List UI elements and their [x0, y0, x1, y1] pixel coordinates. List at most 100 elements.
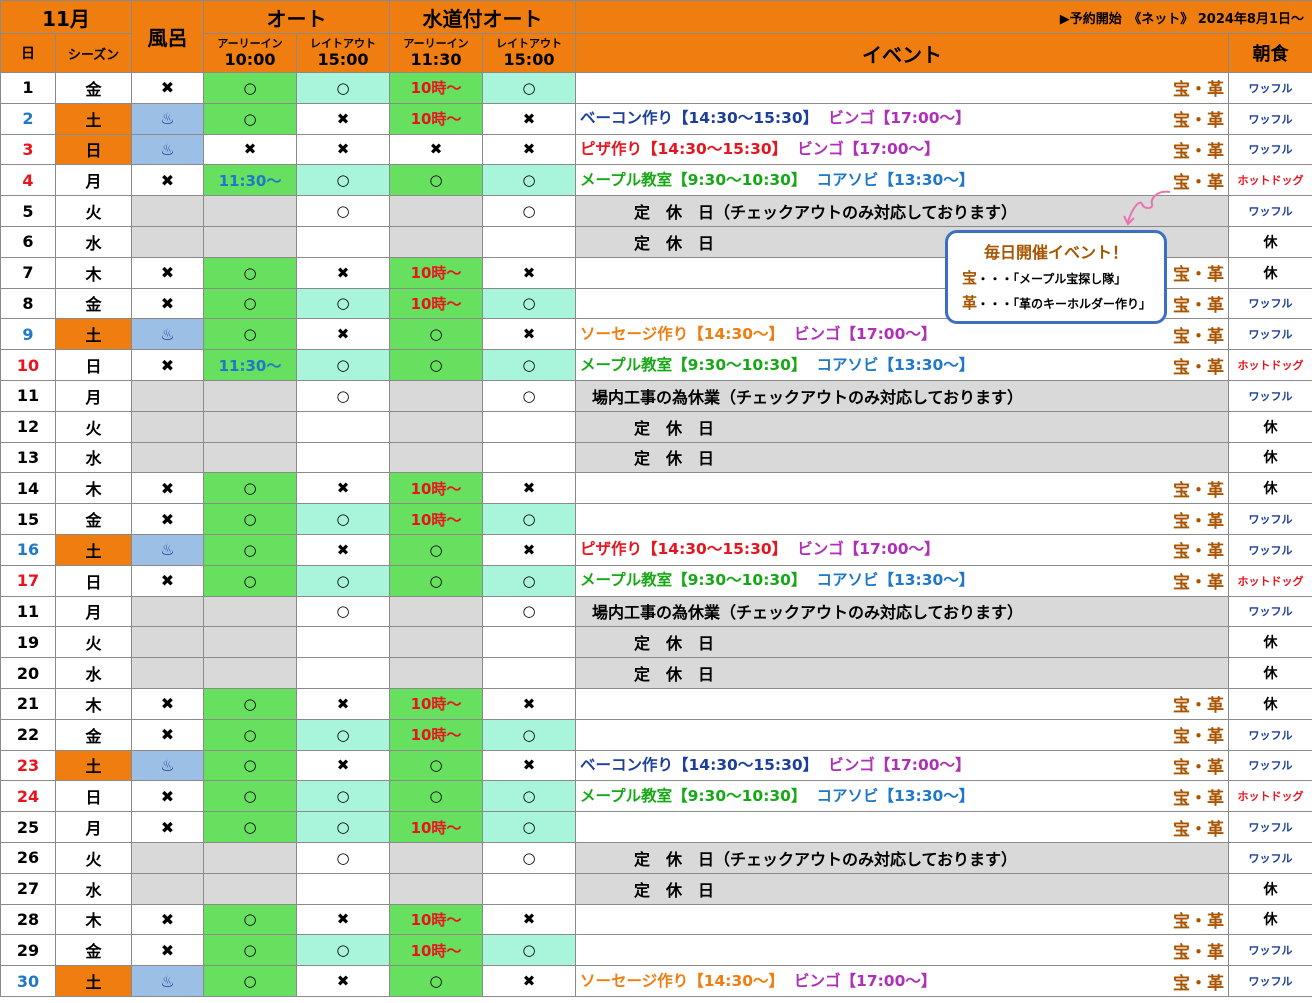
unavailable-mark: ✖: [131, 472, 204, 505]
water-late-cell: ○: [482, 287, 576, 320]
water-late-cell: ✖: [482, 533, 576, 566]
closed-notice: 定 休 日: [575, 441, 1229, 474]
water-late-cell: [482, 872, 576, 905]
event-cell: ソーセージ作り【14:30～】 ビンゴ【17:00～】 宝・革: [575, 965, 1229, 997]
water-late-cell: ○: [482, 379, 576, 412]
weekday-cell: 木: [55, 472, 132, 505]
weekday-cell: 日: [55, 133, 132, 166]
daily-event-mark: 宝・革: [1173, 973, 1224, 994]
bath-icon: ♨: [131, 318, 204, 351]
auto-late-cell: ○: [296, 349, 390, 381]
auto-early-cell: ○: [203, 318, 297, 351]
table-row: 3 日 ♨ ✖ ✖ ✖ ✖ ピザ作り【14:30～15:30】 ビンゴ【17:00～】 宝・革 ワッ…: [0, 133, 1312, 166]
closed-notice: 定 休 日: [575, 657, 1229, 689]
auto-late-cell: [296, 872, 390, 905]
unavailable-mark: ✖: [131, 687, 204, 720]
event-cell: メープル教室【9:30～10:30】 コアソビ【13:30～】 宝・革: [575, 349, 1229, 381]
water-late-cell: [482, 626, 576, 659]
water-early-cell: ○: [389, 965, 483, 997]
auto-late-cell: [296, 626, 390, 659]
event-item: コアソビ【13:30～】: [816, 355, 975, 374]
breakfast-cell: ワッフル: [1227, 934, 1312, 967]
water-early-cell: 10時～: [389, 256, 483, 289]
day-cell: 3: [0, 133, 56, 166]
weekday-cell: 月: [55, 379, 132, 412]
event-cell: 宝・革: [575, 934, 1229, 967]
water-late-cell: ○: [482, 934, 576, 967]
event-item: ビンゴ【17:00～】: [794, 324, 937, 343]
table-row: 10 日 ✖ 11:30～ ○ ○ ○ メープル教室【9:30～10:30】 コアソビ【13:3…: [0, 349, 1312, 381]
auto-early-cell: 11:30～: [203, 164, 297, 197]
bath-cell: [131, 841, 204, 874]
auto-early-cell: [203, 195, 297, 227]
closed-notice-text: 場内工事の為休業（チェックアウトのみ対応しております）: [592, 387, 1024, 407]
breakfast-header: 朝食: [1227, 33, 1312, 73]
event-item: ピザ作り【14:30～15:30】: [580, 540, 788, 559]
table-row: 23 土 ♨ ○ ✖ ○ ✖ ベーコン作り【14:30～15:30】 ビンゴ【17:00～】 宝・…: [0, 749, 1312, 782]
table-row: 21 木 ✖ ○ ✖ 10時～ ✖ 宝・革休: [0, 687, 1312, 720]
table-row: 27 水 定 休 日 休: [0, 872, 1312, 905]
water-auto-header: 水道付オート: [389, 0, 576, 34]
auto-late-cell: ✖: [296, 102, 390, 135]
event-cell: ピザ作り【14:30～15:30】 ビンゴ【17:00～】 宝・革: [575, 533, 1229, 566]
event-cell: メープル教室【9:30～10:30】 コアソビ【13:30～】 宝・革: [575, 564, 1229, 597]
closed-notice-text: 定 休 日: [634, 449, 715, 469]
event-item: メープル教室【9:30～10:30】: [580, 571, 807, 590]
breakfast-cell: 休: [1227, 626, 1312, 659]
reservation-notice: ▶予約開始 《ネット》 2024年8月1日～: [574, 0, 1312, 34]
bath-cell: [131, 595, 204, 628]
auto-early-cell: [203, 595, 297, 628]
closed-notice: 場内工事の為休業（チェックアウトのみ対応しております）: [575, 379, 1229, 412]
event-item: メープル教室【9:30～10:30】: [580, 170, 807, 189]
daily-event-mark: 宝・革: [1173, 480, 1224, 501]
day-cell: 1: [0, 72, 56, 104]
auto-late-cell: ○: [296, 564, 390, 597]
season-header: シーズン: [55, 33, 132, 73]
closed-notice-text: 定 休 日: [634, 634, 715, 654]
water-late-cell: ○: [482, 718, 576, 751]
table-row: 30 土 ♨ ○ ✖ ○ ✖ ソーセージ作り【14:30～】 ビンゴ【17:00～】 宝・革 ワッフ…: [0, 965, 1312, 997]
table-row: 25 月 ✖ ○ ○ 10時～ ○ 宝・革 ワッフル: [0, 811, 1312, 843]
auto-early-cell: [203, 379, 297, 412]
auto-late-cell: [296, 657, 390, 689]
water-early-cell: 10時～: [389, 687, 483, 720]
daily-event-mark: 宝・革: [1173, 757, 1224, 778]
day-cell: 5: [0, 195, 56, 227]
breakfast-cell: 休: [1227, 256, 1312, 289]
weekday-cell: 土: [55, 749, 132, 782]
daily-event-mark: 宝・革: [1173, 788, 1224, 809]
water-early-cell: [389, 410, 483, 443]
auto-late-cell: ○: [296, 811, 390, 843]
daily-event-mark: 宝・革: [1173, 326, 1224, 347]
table-row: 1 金 ✖ ○ ○ 10時～ ○ 宝・革 ワッフル: [0, 72, 1312, 104]
breakfast-cell: 休: [1227, 410, 1312, 443]
daily-event-mark: 宝・革: [1173, 573, 1224, 594]
breakfast-cell: ワッフル: [1227, 72, 1312, 104]
breakfast-cell: 休: [1227, 472, 1312, 505]
water-late-cell: ○: [482, 780, 576, 813]
weekday-cell: 土: [55, 318, 132, 351]
bath-cell: [131, 441, 204, 474]
auto-early-cell: ○: [203, 503, 297, 535]
closed-notice-text: 場内工事の為休業（チェックアウトのみ対応しております）: [592, 603, 1024, 623]
event-item: ビンゴ【17:00～】: [797, 139, 940, 158]
table-row: 13 水 定 休 日 休: [0, 441, 1312, 474]
event-item: ビンゴ【17:00～】: [828, 755, 971, 774]
day-cell: 7: [0, 256, 56, 289]
table-row: 4 月 ✖ 11:30～ ○ ○ ○ メープル教室【9:30～10:30】 コアソビ【13:30…: [0, 164, 1312, 197]
breakfast-cell: ワッフル: [1227, 965, 1312, 997]
weekday-cell: 金: [55, 934, 132, 967]
water-early-cell: [389, 595, 483, 628]
water-early-cell: [389, 225, 483, 258]
auto-late-cell: ○: [296, 503, 390, 535]
breakfast-cell: ワッフル: [1227, 718, 1312, 751]
daily-event-mark: 宝・革: [1173, 265, 1224, 286]
closed-notice: 場内工事の為休業（チェックアウトのみ対応しております）: [575, 595, 1229, 628]
water-late-cell: [482, 657, 576, 689]
weekday-cell: 木: [55, 256, 132, 289]
water-early-cell: 10時～: [389, 472, 483, 505]
auto-early-cell: ○: [203, 72, 297, 104]
bath-cell: [131, 872, 204, 905]
bath-cell: [131, 379, 204, 412]
day-cell: 4: [0, 164, 56, 197]
